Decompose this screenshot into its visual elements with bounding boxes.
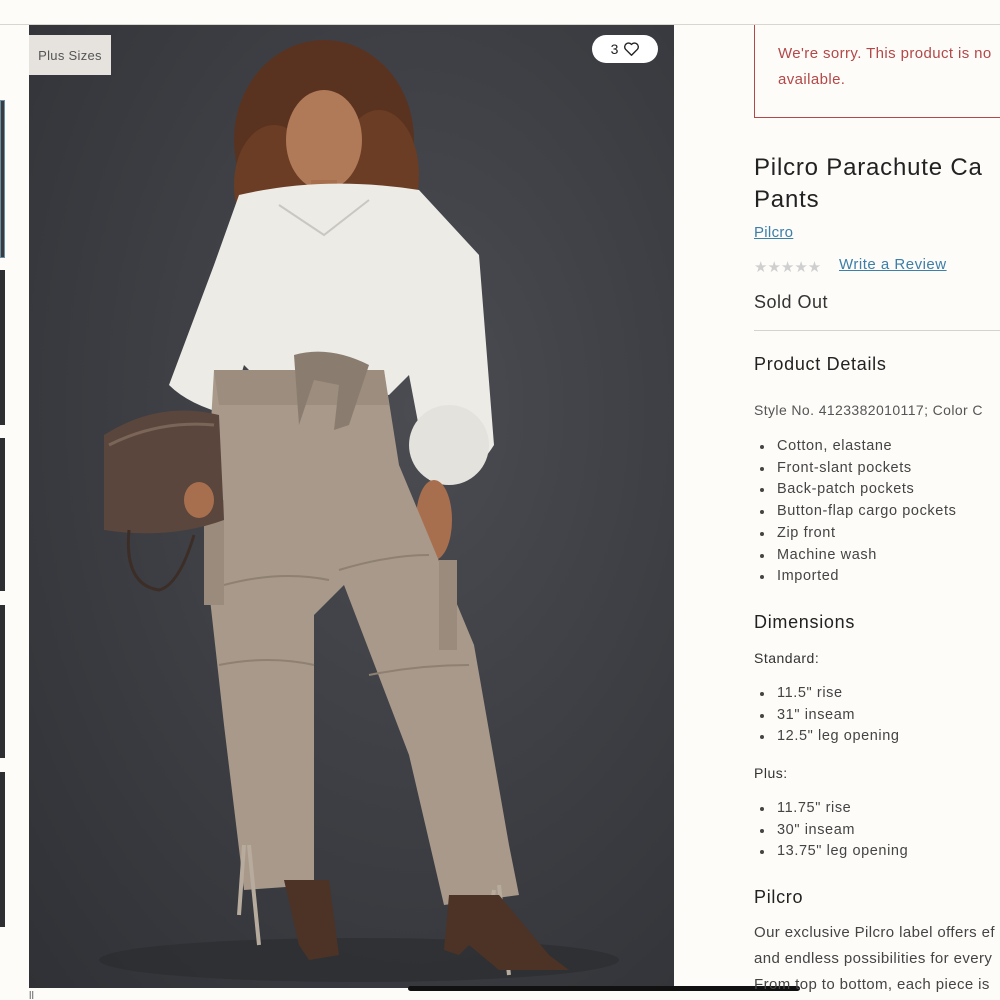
- write-review-link[interactable]: Write a Review: [839, 256, 947, 273]
- thumbnail-1[interactable]: [0, 100, 5, 258]
- plus-label: Plus:: [754, 765, 788, 781]
- horizontal-scrollbar[interactable]: [408, 986, 800, 991]
- top-bar: [0, 0, 1000, 25]
- brand-about-heading: Pilcro: [754, 887, 804, 907]
- list-item: Cotton, elastane: [760, 436, 956, 458]
- list-item: Machine wash: [760, 545, 956, 567]
- list-item: 11.5" rise: [760, 683, 900, 705]
- description-line-2: and endless possibilities for every: [754, 950, 993, 967]
- favorite-count: 3: [610, 41, 619, 57]
- rating-stars-icon: ★★★★★: [754, 259, 822, 276]
- divider: [754, 330, 1000, 331]
- sold-out-status: Sold Out: [754, 292, 829, 312]
- product-title-line-1: Pilcro Parachute Ca: [754, 154, 983, 181]
- unavailable-alert-text: We're sorry. This product is no availabl…: [778, 41, 1000, 93]
- bottom-caption: ll: [29, 990, 34, 1000]
- features-list: Cotton, elastane Front-slant pockets Bac…: [760, 436, 956, 588]
- style-number: Style No. 4123382010117; Color C: [754, 402, 983, 418]
- description-line-3: From top to bottom, each piece is: [754, 976, 990, 993]
- list-item: Zip front: [760, 523, 956, 545]
- thumbnail-4[interactable]: [0, 605, 5, 758]
- product-title: Pilcro Parachute Ca Pants: [754, 152, 1000, 216]
- favorite-button[interactable]: 3: [592, 35, 658, 63]
- model-illustration: [99, 40, 619, 982]
- thumbnail-3[interactable]: [0, 438, 5, 591]
- description-line-1: Our exclusive Pilcro label offers ef: [754, 924, 995, 941]
- product-image[interactable]: Plus Sizes 3: [29, 25, 674, 988]
- dimensions-heading: Dimensions: [754, 612, 856, 632]
- plus-sizes-badge: Plus Sizes: [29, 35, 111, 75]
- product-title-line-2: Pants: [754, 186, 820, 213]
- heart-icon: [624, 42, 640, 56]
- brand-link[interactable]: Pilcro: [754, 224, 793, 241]
- list-item: Imported: [760, 566, 956, 588]
- list-item: 11.75" rise: [760, 798, 908, 820]
- list-item: Button-flap cargo pockets: [760, 501, 956, 523]
- standard-dimensions-list: 11.5" rise 31" inseam 12.5" leg opening: [760, 683, 900, 748]
- list-item: Front-slant pockets: [760, 458, 956, 480]
- list-item: 13.75" leg opening: [760, 841, 908, 863]
- thumbnail-5[interactable]: [0, 772, 5, 927]
- alert-line-1: We're sorry. This product is no: [778, 45, 992, 62]
- alert-line-2: available.: [778, 71, 846, 88]
- list-item: 30" inseam: [760, 820, 908, 842]
- plus-dimensions-list: 11.75" rise 30" inseam 13.75" leg openin…: [760, 798, 908, 863]
- list-item: 12.5" leg opening: [760, 726, 900, 748]
- brand-description: Our exclusive Pilcro label offers ef and…: [754, 920, 1000, 998]
- standard-label: Standard:: [754, 650, 820, 666]
- list-item: 31" inseam: [760, 705, 900, 727]
- thumbnail-2[interactable]: [0, 270, 5, 425]
- product-details-heading: Product Details: [754, 354, 887, 374]
- list-item: Back-patch pockets: [760, 479, 956, 501]
